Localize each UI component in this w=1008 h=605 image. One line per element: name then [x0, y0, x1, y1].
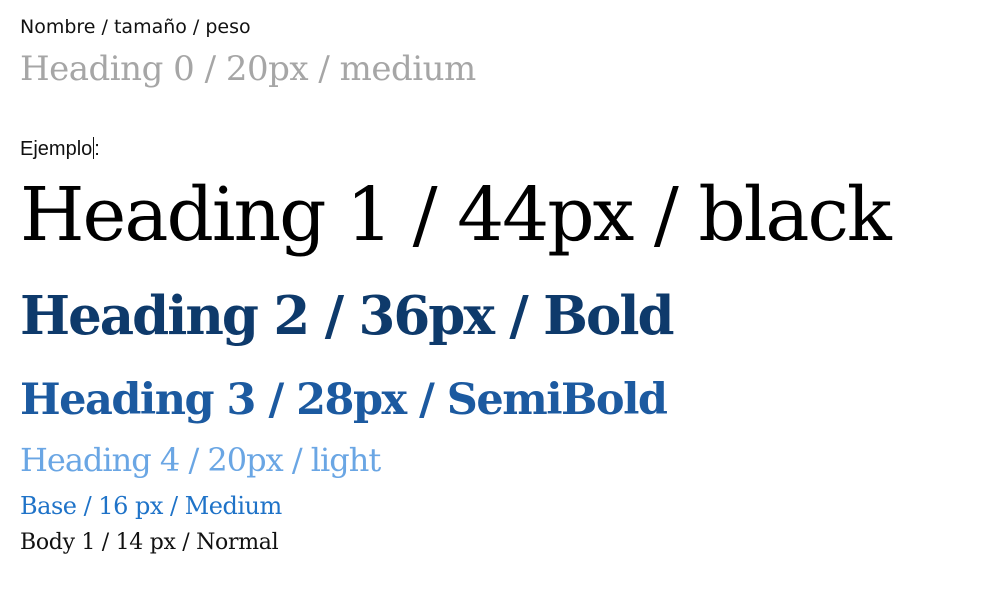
heading-0-sample: Heading 0 / 20px / medium — [20, 49, 476, 89]
base-text-sample: Base / 16 px / Medium — [20, 492, 282, 520]
heading-3-sample: Heading 3 / 28px / SemiBold — [20, 375, 668, 425]
example-label-colon: : — [94, 138, 100, 160]
heading-2-sample: Heading 2 / 36px / Bold — [20, 285, 675, 347]
example-label: Ejemplo: — [20, 137, 100, 159]
heading-1-sample: Heading 1 / 44px / black — [20, 172, 892, 258]
document-page[interactable]: Nombre / tamaño / peso Heading 0 / 20px … — [20, 0, 990, 605]
heading-4-sample: Heading 4 / 20px / light — [20, 441, 381, 479]
body-1-sample: Body 1 / 14 px / Normal — [20, 530, 279, 555]
column-caption: Nombre / tamaño / peso — [20, 16, 251, 38]
example-label-text: Ejemplo — [20, 138, 93, 160]
